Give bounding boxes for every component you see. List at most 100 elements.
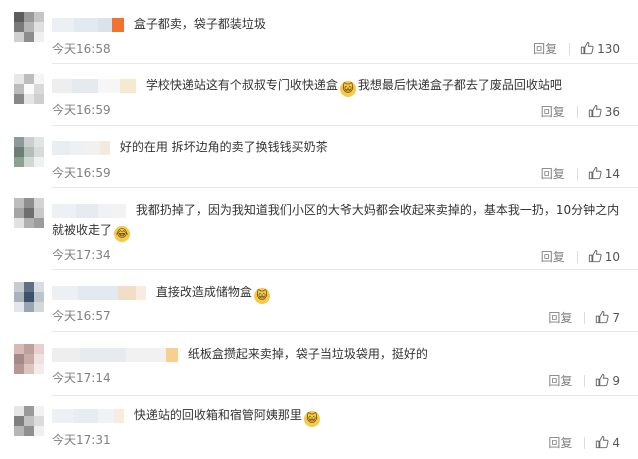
avatar[interactable] — [14, 137, 44, 167]
thumbs-up-icon — [588, 166, 602, 180]
avatar-pixel — [34, 198, 44, 208]
avatar[interactable] — [14, 282, 44, 312]
like-button[interactable]: 9 — [595, 373, 620, 388]
avatar-pixel — [24, 157, 34, 167]
avatar-pixel — [24, 282, 34, 292]
like-button[interactable]: 36 — [588, 104, 620, 119]
username-mosaic-block — [114, 408, 124, 423]
comment-time: 今天16:59 — [52, 103, 111, 117]
username[interactable] — [52, 17, 124, 32]
avatar-pixel — [14, 426, 24, 436]
like-button[interactable]: 14 — [588, 166, 620, 181]
comment-actions: 回复 4 — [548, 434, 620, 451]
thumbs-up-icon — [580, 41, 594, 55]
reply-button[interactable]: 回复 — [548, 436, 572, 450]
divider — [576, 251, 578, 263]
username[interactable] — [52, 408, 124, 423]
comment-actions: 回复 14 — [541, 165, 620, 182]
username-mosaic-block — [112, 17, 124, 32]
comment-actions: 回复 36 — [541, 103, 620, 120]
like-button[interactable]: 4 — [595, 435, 620, 450]
thumbs-up-icon — [596, 435, 609, 449]
avatar[interactable] — [14, 344, 44, 374]
avatar-pixel — [24, 84, 34, 94]
thumbs-up-icon — [588, 249, 602, 263]
divider — [576, 106, 578, 118]
thumbs-up-icon — [588, 104, 602, 118]
username-mosaic-block — [166, 347, 178, 362]
avatar-pixel — [24, 22, 34, 32]
comment-actions: 回复 9 — [548, 372, 620, 389]
divider — [584, 437, 586, 449]
comment-actions: 回复 130 — [533, 40, 620, 57]
comment-item: 学校快递站这有个叔叔专门收快递盒 😺 我想最后快递盒子都去了废品回收站吧 今天16:… — [0, 64, 638, 126]
username-mosaic-block — [136, 285, 146, 300]
like-button[interactable]: 10 — [588, 249, 620, 264]
avatar-pixel — [24, 406, 34, 416]
username-mosaic-block — [52, 17, 74, 32]
username-mosaic-block — [126, 347, 166, 362]
comment-list: 盒子都卖，袋子都装垃圾 今天16:58 回复 130 学校快递站这有个叔叔专门收快… — [0, 0, 638, 459]
avatar[interactable] — [14, 12, 44, 42]
cat-emoji-icon: 😺 — [303, 411, 320, 427]
avatar-pixel — [34, 302, 44, 312]
username-mosaic-block — [74, 17, 98, 32]
reply-button[interactable]: 回复 — [548, 311, 572, 325]
username[interactable] — [52, 140, 110, 155]
like-button[interactable]: 130 — [580, 41, 620, 56]
username[interactable] — [52, 203, 126, 218]
username[interactable] — [52, 347, 178, 362]
avatar-pixel — [24, 208, 34, 218]
avatar-pixel — [24, 198, 34, 208]
avatar[interactable] — [14, 406, 44, 436]
like-count: 130 — [597, 42, 620, 56]
avatar-pixel — [24, 137, 34, 147]
avatar-pixel — [24, 147, 34, 157]
laughing-emoji-icon: 😂 — [114, 226, 131, 242]
avatar-pixel — [34, 84, 44, 94]
divider — [584, 375, 586, 387]
avatar-pixel — [14, 344, 24, 354]
reply-button[interactable]: 回复 — [541, 105, 565, 119]
avatar-pixel — [24, 426, 34, 436]
username-mosaic-block — [112, 203, 126, 218]
avatar-pixel — [14, 137, 24, 147]
avatar-pixel — [34, 406, 44, 416]
avatar-pixel — [34, 137, 44, 147]
username-mosaic-block — [98, 408, 114, 423]
avatar[interactable] — [14, 198, 44, 228]
avatar-pixel — [34, 354, 44, 364]
reply-button[interactable]: 回复 — [548, 374, 572, 388]
username[interactable] — [52, 285, 146, 300]
avatar-pixel — [34, 344, 44, 354]
avatar-pixel — [24, 12, 34, 22]
reply-button[interactable]: 回复 — [541, 250, 565, 264]
username[interactable] — [52, 78, 136, 93]
avatar-pixel — [34, 364, 44, 374]
avatar-pixel — [14, 364, 24, 374]
avatar-pixel — [14, 208, 24, 218]
avatar-pixel — [14, 94, 24, 104]
username-mosaic-block — [52, 285, 78, 300]
comment-item: 盒子都卖，袋子都装垃圾 今天16:58 回复 130 — [0, 0, 638, 64]
reply-button[interactable]: 回复 — [533, 42, 557, 56]
reply-button[interactable]: 回复 — [541, 167, 565, 181]
avatar-pixel — [34, 218, 44, 228]
username-mosaic-block — [76, 203, 98, 218]
like-button[interactable]: 7 — [595, 310, 620, 325]
avatar[interactable] — [14, 74, 44, 104]
username-mosaic-block — [98, 78, 120, 93]
avatar-pixel — [14, 74, 24, 84]
username-mosaic-block — [52, 140, 70, 155]
comment-actions: 回复 10 — [541, 248, 620, 265]
comment-item: 我都扔掉了，因为我知道我们小区的大爷大妈都会收起来卖掉的，基本我一扔，10分钟之… — [0, 188, 638, 270]
username-mosaic-block — [98, 203, 112, 218]
avatar-pixel — [24, 292, 34, 302]
avatar-pixel — [14, 218, 24, 228]
comment-text: 快递站的回收箱和宿管阿姨那里 — [133, 408, 302, 422]
avatar-pixel — [14, 22, 24, 32]
divider — [569, 43, 571, 55]
avatar-pixel — [24, 416, 34, 426]
thumbs-up-icon — [596, 310, 609, 324]
avatar-pixel — [14, 282, 24, 292]
